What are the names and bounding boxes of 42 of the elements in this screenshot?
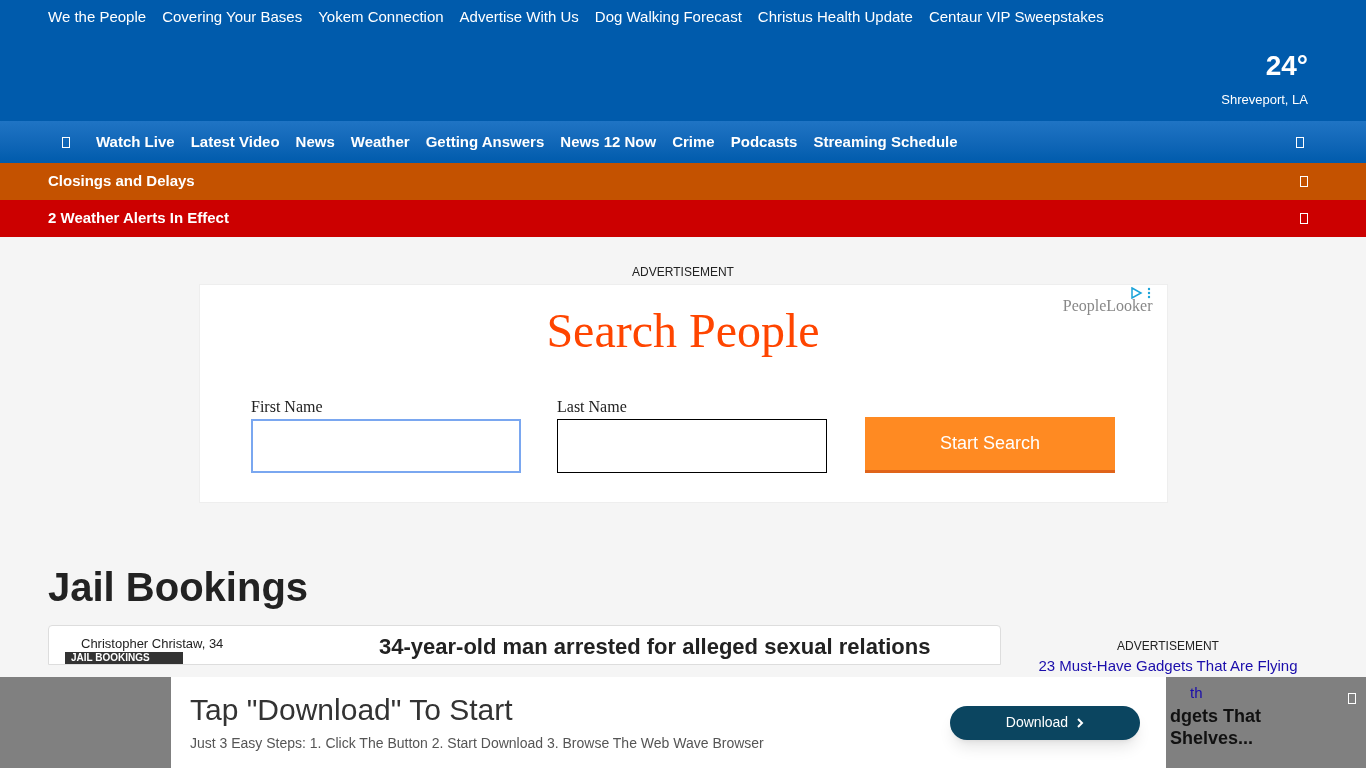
nav-link[interactable]: Crime bbox=[672, 130, 715, 154]
text-field[interactable] bbox=[557, 419, 827, 473]
banner-text: 2 Weather Alerts In Effect bbox=[48, 208, 229, 229]
ad-headline-line: dgets That bbox=[1170, 704, 1262, 727]
top-link[interactable]: Centaur VIP Sweepstakes bbox=[928, 6, 1104, 29]
ad-choices-icon[interactable] bbox=[1130, 287, 1151, 299]
alert-banner[interactable]: Closings and Delays bbox=[0, 163, 1366, 200]
banner-text: Closings and Delays bbox=[48, 171, 195, 192]
top-link[interactable]: We the People bbox=[48, 6, 147, 29]
top-link[interactable]: Christus Health Update bbox=[757, 6, 913, 29]
ad-headline-line: Shelves... bbox=[1170, 726, 1255, 749]
nav-link[interactable]: Podcasts bbox=[730, 130, 798, 154]
story-headline[interactable]: 34-year-old man arrested for alleged sexual relations bbox=[379, 635, 931, 658]
nav-link[interactable]: Watch Live bbox=[96, 130, 175, 154]
text-field[interactable] bbox=[251, 419, 521, 473]
ad-title: Search People bbox=[546, 307, 820, 355]
temperature: 24° bbox=[1265, 52, 1308, 80]
ad-label: ADVERTISEMENT bbox=[1117, 637, 1219, 655]
nav-link[interactable]: Latest Video bbox=[190, 130, 280, 154]
nav-link[interactable]: News bbox=[295, 130, 335, 154]
story-card[interactable]: Christopher Christaw, 34 JAIL BOOKINGS 34-year-old man arrested for alleged sexual relations bbox=[48, 624, 1001, 665]
bottom-ad-title: Tap "Download" To Start bbox=[190, 692, 514, 729]
nav-link[interactable]: Getting Answers bbox=[425, 130, 545, 154]
top-link[interactable]: Advertise With Us bbox=[459, 6, 579, 29]
field-label: Last Name bbox=[557, 397, 628, 417]
top-link[interactable]: Covering Your Bases bbox=[162, 6, 303, 29]
ad-label: ADVERTISEMENT bbox=[632, 264, 734, 281]
alert-banner[interactable]: 2 Weather Alerts In Effect bbox=[0, 200, 1366, 237]
field-label: First Name bbox=[251, 397, 324, 417]
nav-link[interactable]: Streaming Schedule bbox=[813, 130, 958, 154]
download-button[interactable]: Download bbox=[950, 705, 1140, 740]
top-link[interactable]: Yokem Connection bbox=[318, 6, 444, 29]
top-link[interactable]: Dog Walking Forecast bbox=[594, 6, 742, 29]
weather-location: Shreveport, LA bbox=[1221, 91, 1308, 109]
ad-link-rest[interactable]: th bbox=[1170, 682, 1366, 705]
section-title: Jail Bookings bbox=[48, 566, 310, 607]
nav-link[interactable]: Weather bbox=[350, 130, 410, 154]
ad-brand: PeopleLooker bbox=[1062, 296, 1153, 317]
nav-link[interactable]: News 12 Now bbox=[560, 130, 657, 154]
category-tag: JAIL BOOKINGS bbox=[71, 651, 150, 664]
ad-link[interactable]: 23 Must-Have Gadgets That Are Flying bbox=[1038, 654, 1298, 677]
bottom-ad-text: Just 3 Easy Steps: 1. Click The Button 2. Start Download 3. Browse The Web Wave Browser bbox=[190, 733, 764, 753]
